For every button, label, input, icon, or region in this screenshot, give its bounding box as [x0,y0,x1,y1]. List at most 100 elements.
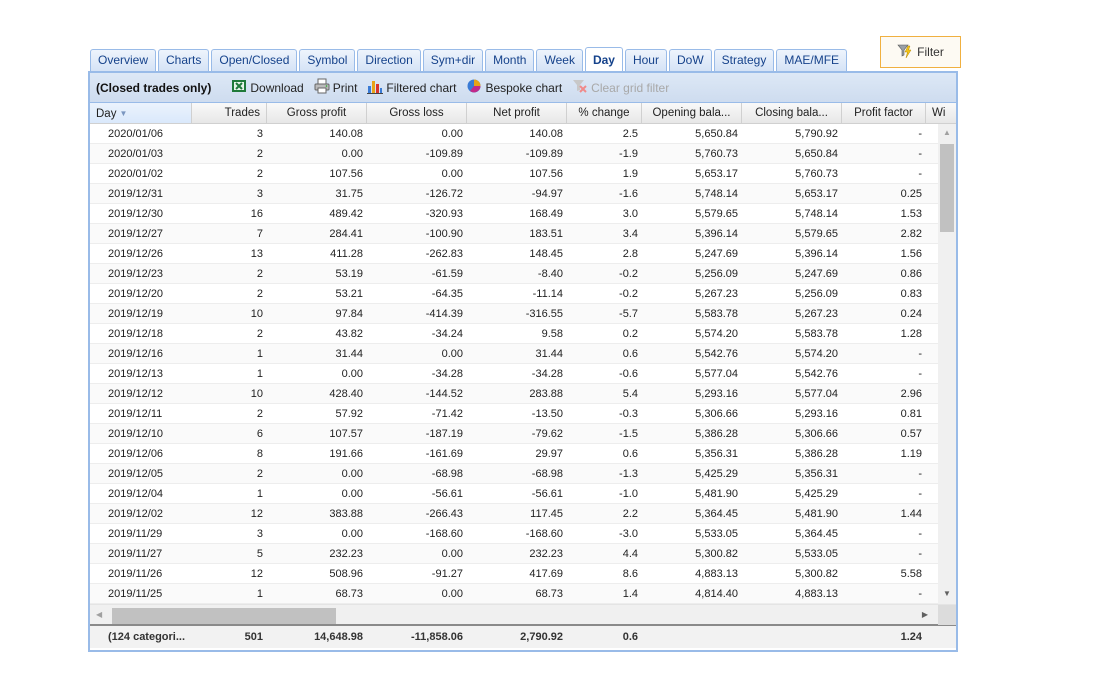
tab-mae-mfe[interactable]: MAE/MFE [776,49,848,71]
filtered-chart-button[interactable]: Filtered chart [367,78,456,97]
cell-profit-factor: 1.28 [900,328,922,340]
column-header-gross-profit[interactable]: Gross profit [267,103,367,123]
cell-profit-factor: 1.56 [900,248,922,260]
tab-day[interactable]: Day [584,47,623,71]
sort-desc-icon: ▼ [119,109,128,118]
cell-net-profit: 417.69 [529,568,563,580]
cell-gross-profit: 57.92 [335,408,363,420]
tab-hour[interactable]: Hour [624,49,667,71]
cell-trades: 2 [256,148,263,160]
table-row[interactable]: 2020/01/02 2 107.56 0.00 107.56 1.9 5,653.17 5,… [90,164,938,184]
cell-gross-loss: 0.00 [441,128,463,140]
tab-overview[interactable]: Overview [90,49,157,71]
cell-profit-factor: 0.57 [900,428,922,440]
vertical-scroll-thumb[interactable] [940,144,954,232]
tab-week[interactable]: Week [536,49,583,71]
scroll-up-arrow-icon[interactable]: ▲ [938,124,956,141]
table-row[interactable]: 2019/12/06 8 191.66 -161.69 29.97 0.6 5,356.31… [90,444,938,464]
cell-day: 2019/12/12 [108,388,164,400]
cell-gross-loss: -61.59 [431,268,463,280]
table-row[interactable]: 2019/12/31 3 31.75 -126.72 -94.97 -1.6 5,748.1… [90,184,938,204]
table-row[interactable]: 2019/12/30 16 489.42 -320.93 168.49 3.0 5,579.… [90,204,938,224]
cell-opening-balance: 5,267.23 [695,288,738,300]
excel-icon [231,78,247,97]
cell-gross-loss: 0.00 [441,588,463,600]
column-header-profit-factor[interactable]: Profit factor [842,103,926,123]
cell-trades: 2 [256,288,263,300]
cell-trades: 5 [256,548,263,560]
table-row[interactable]: 2019/12/16 1 31.44 0.00 31.44 0.6 5,542.76 5,57… [90,344,938,364]
tab-sym-dir[interactable]: Sym+dir [422,49,484,71]
tab-symbol[interactable]: Symbol [299,49,356,71]
table-row[interactable]: 2019/12/05 2 0.00 -68.98 -68.98 -1.3 5,425.29 5… [90,464,938,484]
cell-trades: 12 [250,568,263,580]
table-row[interactable]: 2020/01/03 2 0.00 -109.89 -109.89 -1.9 5,760.7… [90,144,938,164]
scroll-down-arrow-icon[interactable]: ▼ [938,585,956,602]
cell-day: 2020/01/02 [108,168,164,180]
cell-pct-change: -3.0 [619,528,638,540]
tab-open-closed[interactable]: Open/Closed [211,49,298,71]
cell-closing-balance: 5,247.69 [795,268,838,280]
table-row[interactable]: 2019/12/12 10 428.40 -144.52 283.88 5.4 5,293.… [90,384,938,404]
cell-gross-profit: 107.56 [329,168,363,180]
cell-gross-loss: -64.35 [431,288,463,300]
cell-trades: 10 [250,308,263,320]
table-row[interactable]: 2019/11/25 1 68.73 0.00 68.73 1.4 4,814.40 4,88… [90,584,938,604]
table-row[interactable]: 2019/12/02 12 383.88 -266.43 117.45 2.2 5,364.… [90,504,938,524]
tab-dow[interactable]: DoW [668,49,712,71]
clear-grid-filter-button[interactable]: Clear grid filter [572,78,669,97]
cell-gross-profit: 53.19 [335,268,363,280]
filter-button[interactable]: Filter [880,36,961,68]
tab-strategy[interactable]: Strategy [713,49,775,71]
cell-closing-balance: 5,583.78 [795,328,838,340]
cell-net-profit: -11.14 [532,288,563,300]
cell-profit-factor: 0.86 [900,268,922,280]
table-row[interactable]: 2019/12/27 7 284.41 -100.90 183.51 3.4 5,396.1… [90,224,938,244]
tab-direction[interactable]: Direction [357,49,421,71]
cell-opening-balance: 5,247.69 [695,248,738,260]
table-row[interactable]: 2020/01/06 3 140.08 0.00 140.08 2.5 5,650.84 5,… [90,124,938,144]
table-row[interactable]: 2019/11/27 5 232.23 0.00 232.23 4.4 5,300.82 5,… [90,544,938,564]
cell-gross-profit: 0.00 [341,468,363,480]
column-header-trades[interactable]: Trades [192,103,267,123]
scrollbar-corner [938,605,956,625]
download-button[interactable]: Download [231,78,304,97]
cell-closing-balance: 5,267.23 [795,308,838,320]
column-header-net-profit[interactable]: Net profit [467,103,567,123]
tab-month[interactable]: Month [485,49,535,71]
summary-pct-change: 0.6 [622,631,638,643]
table-row[interactable]: 2019/11/29 3 0.00 -168.60 -168.60 -3.0 5,533.0… [90,524,938,544]
column-header-win[interactable]: Wi [926,103,956,123]
summary-gross-loss: -11,858.06 [411,631,463,643]
table-row[interactable]: 2019/12/04 1 0.00 -56.61 -56.61 -1.0 5,481.90 5… [90,484,938,504]
scroll-left-arrow-icon[interactable]: ◀ [96,605,102,625]
cell-closing-balance: 5,760.73 [795,168,838,180]
table-row[interactable]: 2019/11/26 12 508.96 -91.27 417.69 8.6 4,883.1… [90,564,938,584]
table-row[interactable]: 2019/12/20 2 53.21 -64.35 -11.14 -0.2 5,267.23… [90,284,938,304]
column-header-day[interactable]: Day ▼ [90,103,192,123]
scroll-right-arrow-icon[interactable]: ▶ [922,605,928,625]
bespoke-chart-button[interactable]: Bespoke chart [466,78,562,97]
column-label: Day [96,108,117,120]
horizontal-scrollbar[interactable]: ◀ ▶ [90,604,956,625]
tab-charts[interactable]: Charts [158,49,210,71]
column-header-pct-change[interactable]: % change [567,103,642,123]
vertical-scrollbar[interactable]: ▲ ▼ [938,124,956,604]
table-row[interactable]: 2019/12/26 13 411.28 -262.83 148.45 2.8 5,247.… [90,244,938,264]
column-header-gross-loss[interactable]: Gross loss [367,103,467,123]
table-row[interactable]: 2019/12/13 1 0.00 -34.28 -34.28 -0.6 5,577.04 5… [90,364,938,384]
cell-pct-change: -1.3 [619,468,638,480]
cell-trades: 3 [256,128,263,140]
pie-chart-icon [466,78,482,97]
table-row[interactable]: 2019/12/23 2 53.19 -61.59 -8.40 -0.2 5,256.09 5… [90,264,938,284]
print-button[interactable]: Print [314,78,357,97]
table-row[interactable]: 2019/12/10 6 107.57 -187.19 -79.62 -1.5 5,386.… [90,424,938,444]
table-row[interactable]: 2019/12/11 2 57.92 -71.42 -13.50 -0.3 5,306.66… [90,404,938,424]
horizontal-scroll-thumb[interactable] [112,608,336,624]
cell-day: 2019/12/23 [108,268,164,280]
table-row[interactable]: 2019/12/19 10 97.84 -414.39 -316.55 -5.7 5,583… [90,304,938,324]
cell-pct-change: 5.4 [622,388,638,400]
column-header-closing-balance[interactable]: Closing bala... [742,103,842,123]
table-row[interactable]: 2019/12/18 2 43.82 -34.24 9.58 0.2 5,574.20 5,5… [90,324,938,344]
column-header-opening-balance[interactable]: Opening bala... [642,103,742,123]
